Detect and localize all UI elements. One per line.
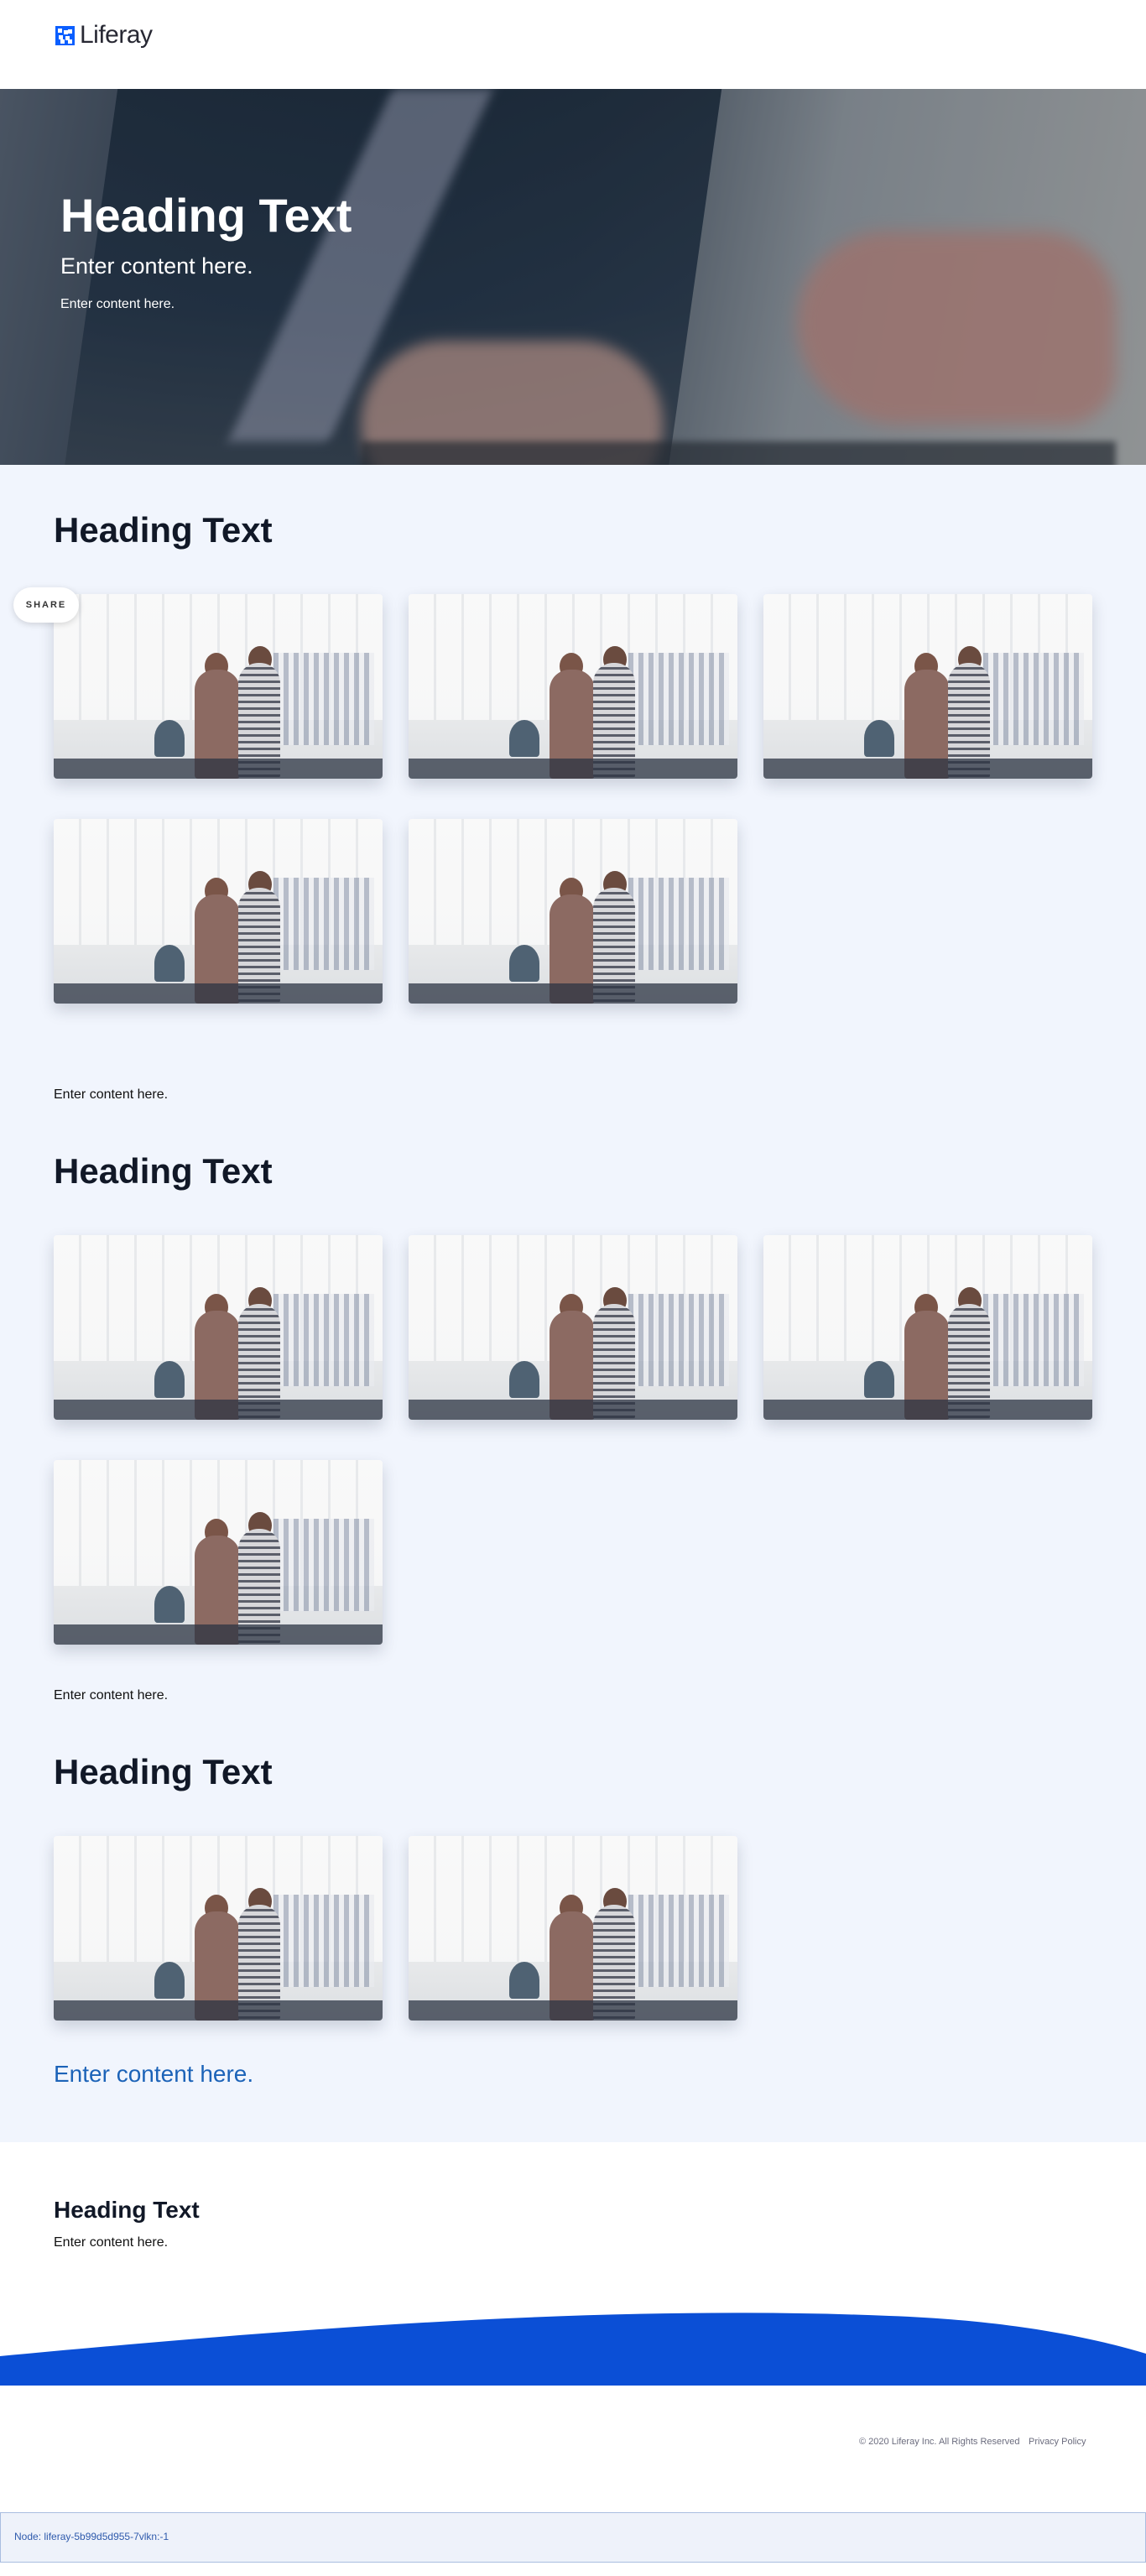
image-card[interactable] (763, 594, 1092, 779)
footer-text: Enter content here. (54, 2235, 169, 2250)
image-card[interactable] (54, 819, 383, 1004)
image-card[interactable] (409, 1235, 737, 1420)
copyright-text: © 2020 Liferay Inc. All Rights Reserved (859, 2437, 1020, 2447)
image-card[interactable] (409, 594, 737, 779)
share-button[interactable]: SHARE (13, 587, 79, 623)
hero-title: Heading Text (60, 189, 352, 242)
section-1-heading: Heading Text (54, 510, 273, 550)
site-footer (0, 2386, 1146, 2511)
privacy-policy-link[interactable]: Privacy Policy (1029, 2437, 1086, 2447)
liferay-logo[interactable]: Liferay (55, 20, 153, 50)
node-info-bar: Node: liferay-5b99d5d955-7vlkn:-1 (0, 2512, 1146, 2563)
image-card[interactable] (54, 594, 383, 779)
section-2-text: Enter content here. (54, 1688, 169, 1703)
section-3-link-text[interactable]: Enter content here. (54, 2061, 253, 2088)
section-3-heading: Heading Text (54, 1752, 273, 1791)
section-2-heading: Heading Text (54, 1151, 273, 1191)
hero-small-text: Enter content here. (60, 297, 175, 311)
section-1-text: Enter content here. (54, 1087, 169, 1102)
footer-wave (0, 2313, 1146, 2387)
image-card[interactable] (54, 1836, 383, 2021)
logo-text: Liferay (80, 21, 153, 49)
image-card[interactable] (54, 1460, 383, 1645)
image-card[interactable] (54, 1235, 383, 1420)
image-card[interactable] (409, 1836, 737, 2021)
footer-heading: Heading Text (54, 2197, 200, 2223)
node-info-text: Node: liferay-5b99d5d955-7vlkn:-1 (14, 2531, 169, 2542)
site-header: Liferay (0, 0, 1146, 89)
hero-subtitle: Enter content here. (60, 253, 253, 279)
image-card[interactable] (763, 1235, 1092, 1420)
liferay-logo-icon (55, 25, 75, 45)
image-card[interactable] (409, 819, 737, 1004)
hero-banner: Heading Text Enter content here. Enter c… (0, 89, 1146, 465)
